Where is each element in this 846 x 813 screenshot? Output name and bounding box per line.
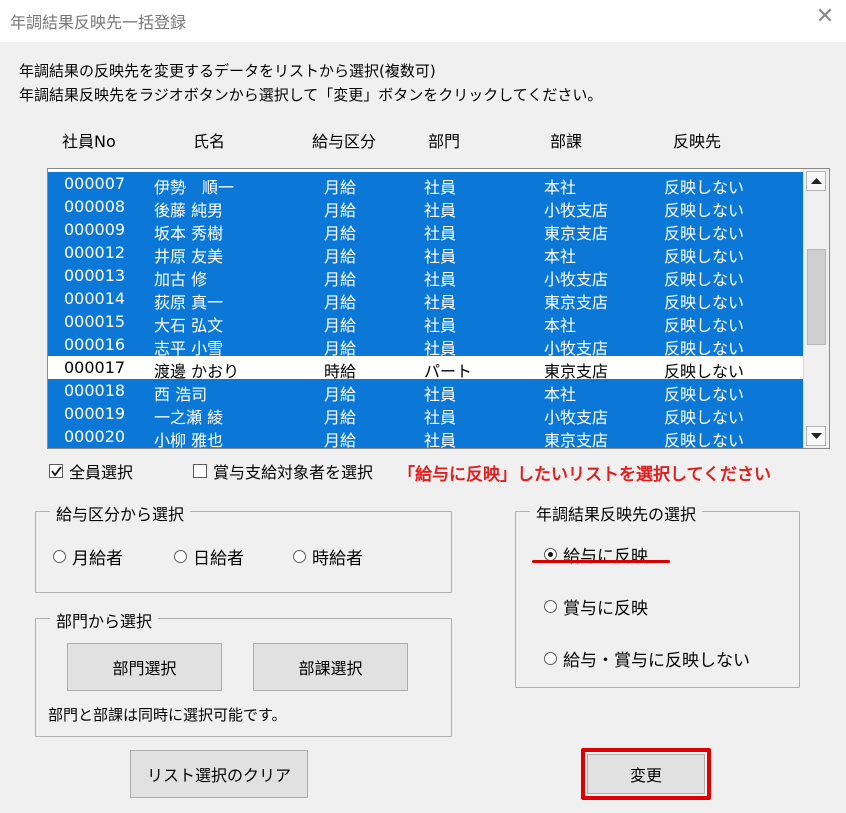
cell-employee-no: 000012 bbox=[64, 243, 126, 262]
cell-employee-no: 000007 bbox=[64, 174, 126, 193]
title-bar: 年調結果反映先一括登録 ✕ bbox=[0, 0, 846, 42]
column-header-employee-no: 社員No bbox=[62, 132, 116, 151]
list-row[interactable]: 000015 大石 弘文 月給 社員 本社 反映しない bbox=[48, 310, 803, 335]
clear-selection-button[interactable]: リスト選択のクリア bbox=[130, 750, 308, 798]
employee-list-rows: 000007 伊勢 順一 月給 社員 本社 反映しない 000008 後藤 純男 月給 社員 小牧支… bbox=[48, 172, 803, 448]
list-row[interactable]: 000012 井原 友美 月給 社員 本社 反映しない bbox=[48, 241, 803, 266]
checkbox-box[interactable] bbox=[49, 464, 63, 478]
cell-employee-no: 000020 bbox=[64, 427, 126, 446]
checkbox-box[interactable] bbox=[193, 464, 207, 478]
radio-hourly-label: 時給者 bbox=[312, 549, 363, 569]
column-header-department: 部門 bbox=[428, 132, 461, 151]
department-note: 部門と部課は同時に選択可能です。 bbox=[48, 706, 287, 724]
radio-daily-label: 日給者 bbox=[193, 549, 244, 569]
instruction-annotation: 「給与に反映」したいリストを選択してください bbox=[398, 465, 771, 485]
cell-employee-no: 000013 bbox=[64, 266, 126, 285]
cell-name: 小柳 雅也 bbox=[154, 431, 224, 449]
cell-section: 東京支店 bbox=[544, 431, 609, 449]
scroll-up-button[interactable] bbox=[806, 171, 826, 191]
radio-button[interactable] bbox=[544, 652, 557, 665]
annotation-underline bbox=[532, 560, 670, 563]
list-row[interactable]: 000019 一之瀬 綾月給 社員 小牧支店 反映しない bbox=[48, 402, 803, 427]
cell-employee-no: 000018 bbox=[64, 381, 126, 400]
cell-employee-no: 000019 bbox=[64, 404, 126, 423]
bonus-targets-label: 賞与支給対象者を選択 bbox=[213, 463, 374, 482]
column-header-target: 反映先 bbox=[673, 132, 722, 151]
radio-reflect-none[interactable]: 給与・賞与に反映しない bbox=[544, 646, 750, 671]
cell-pay-type: 月給 bbox=[324, 431, 357, 449]
list-row[interactable]: 000020 小柳 雅也 月給 社員 東京支店 反映しない bbox=[48, 425, 803, 448]
list-row[interactable]: 000014 荻原 真一 月給 社員 東京支店 反映しない bbox=[48, 287, 803, 312]
pay-type-group-legend: 給与区分から選択 bbox=[50, 501, 191, 525]
list-row[interactable]: 000009 坂本 秀樹 月給 社員 東京支店 反映しない bbox=[48, 218, 803, 243]
department-group-legend: 部門から選択 bbox=[50, 608, 159, 632]
list-row[interactable]: 000007 伊勢 順一 月給 社員 本社 反映しない bbox=[48, 172, 803, 197]
instruction-line-2: 年調結果反映先をラジオボタンから選択して「変更」ボタンをクリックしてください。 bbox=[19, 86, 603, 104]
radio-button[interactable] bbox=[544, 600, 557, 613]
radio-reflect-bonus-label: 賞与に反映 bbox=[563, 599, 648, 619]
bonus-targets-checkbox[interactable]: 賞与支給対象者を選択 bbox=[193, 459, 373, 483]
list-vertical-scrollbar[interactable] bbox=[803, 169, 829, 448]
list-row[interactable]: 000017 渡邊 かおり 時給 パート 東京支店 反映しない bbox=[48, 356, 803, 381]
radio-reflect-bonus[interactable]: 賞与に反映 bbox=[544, 594, 648, 619]
arrow-up-icon bbox=[811, 178, 822, 184]
radio-button[interactable] bbox=[293, 550, 306, 563]
radio-monthly[interactable]: 月給者 bbox=[53, 544, 123, 569]
scroll-down-button[interactable] bbox=[806, 426, 826, 446]
column-header-pay-type: 給与区分 bbox=[312, 132, 377, 151]
cell-department: 社員 bbox=[424, 431, 457, 449]
cell-employee-no: 000016 bbox=[64, 335, 126, 354]
reflect-target-group: 年調結果反映先の選択 給与に反映 賞与に反映 給与・賞与に反映しない bbox=[515, 501, 800, 688]
list-row[interactable]: 000008 後藤 純男 月給 社員 小牧支店 反映しない bbox=[48, 195, 803, 220]
column-header-name: 氏名 bbox=[193, 132, 226, 151]
list-row[interactable]: 000013 加古 修月給 社員 小牧支店 反映しない bbox=[48, 264, 803, 289]
column-header-section: 部課 bbox=[550, 132, 583, 151]
list-row[interactable]: 000018 西 浩司 月給 社員 本社 反映しない bbox=[48, 379, 803, 404]
list-row[interactable]: 000016 志平 小雪 月給 社員 小牧支店 反映しない bbox=[48, 333, 803, 358]
radio-reflect-salary-label: 給与に反映 bbox=[563, 547, 648, 567]
dialog-client-area: 年調結果の反映先を変更するデータをリストから選択(複数可) 年調結果反映先をラジ… bbox=[0, 42, 846, 813]
select-all-checkbox[interactable]: 全員選択 bbox=[49, 459, 133, 483]
radio-button[interactable] bbox=[53, 550, 66, 563]
change-button-highlight bbox=[581, 748, 711, 800]
radio-button[interactable] bbox=[174, 550, 187, 563]
radio-reflect-none-label: 給与・賞与に反映しない bbox=[563, 651, 750, 671]
window-title: 年調結果反映先一括登録 bbox=[10, 13, 187, 32]
section-select-button[interactable]: 部課選択 bbox=[253, 643, 408, 691]
cell-target: 反映しない bbox=[664, 431, 745, 449]
pay-type-group: 給与区分から選択 月給者 日給者 時給者 bbox=[35, 501, 452, 593]
cell-employee-no: 000009 bbox=[64, 220, 126, 239]
instruction-line-1: 年調結果の反映先を変更するデータをリストから選択(複数可) bbox=[19, 62, 436, 80]
employee-listbox[interactable]: 000007 伊勢 順一 月給 社員 本社 反映しない 000008 後藤 純男 月給 社員 小牧支… bbox=[47, 168, 830, 449]
cell-employee-no: 000008 bbox=[64, 197, 126, 216]
radio-reflect-salary[interactable]: 給与に反映 bbox=[544, 542, 648, 567]
arrow-down-icon bbox=[811, 433, 822, 439]
radio-monthly-label: 月給者 bbox=[72, 549, 123, 569]
select-all-label: 全員選択 bbox=[69, 463, 134, 482]
radio-hourly[interactable]: 時給者 bbox=[293, 544, 363, 569]
radio-daily[interactable]: 日給者 bbox=[174, 544, 244, 569]
cell-employee-no: 000017 bbox=[64, 358, 126, 377]
cell-employee-no: 000015 bbox=[64, 312, 126, 331]
scroll-thumb[interactable] bbox=[807, 249, 826, 345]
cell-employee-no: 000014 bbox=[64, 289, 126, 308]
department-select-button[interactable]: 部門選択 bbox=[67, 643, 222, 691]
reflect-target-group-legend: 年調結果反映先の選択 bbox=[530, 501, 703, 525]
close-icon[interactable]: ✕ bbox=[814, 6, 836, 28]
list-column-headers: 社員No 氏名 給与区分 部門 部課 反映先 bbox=[0, 128, 846, 151]
checkmark-icon bbox=[51, 466, 62, 477]
